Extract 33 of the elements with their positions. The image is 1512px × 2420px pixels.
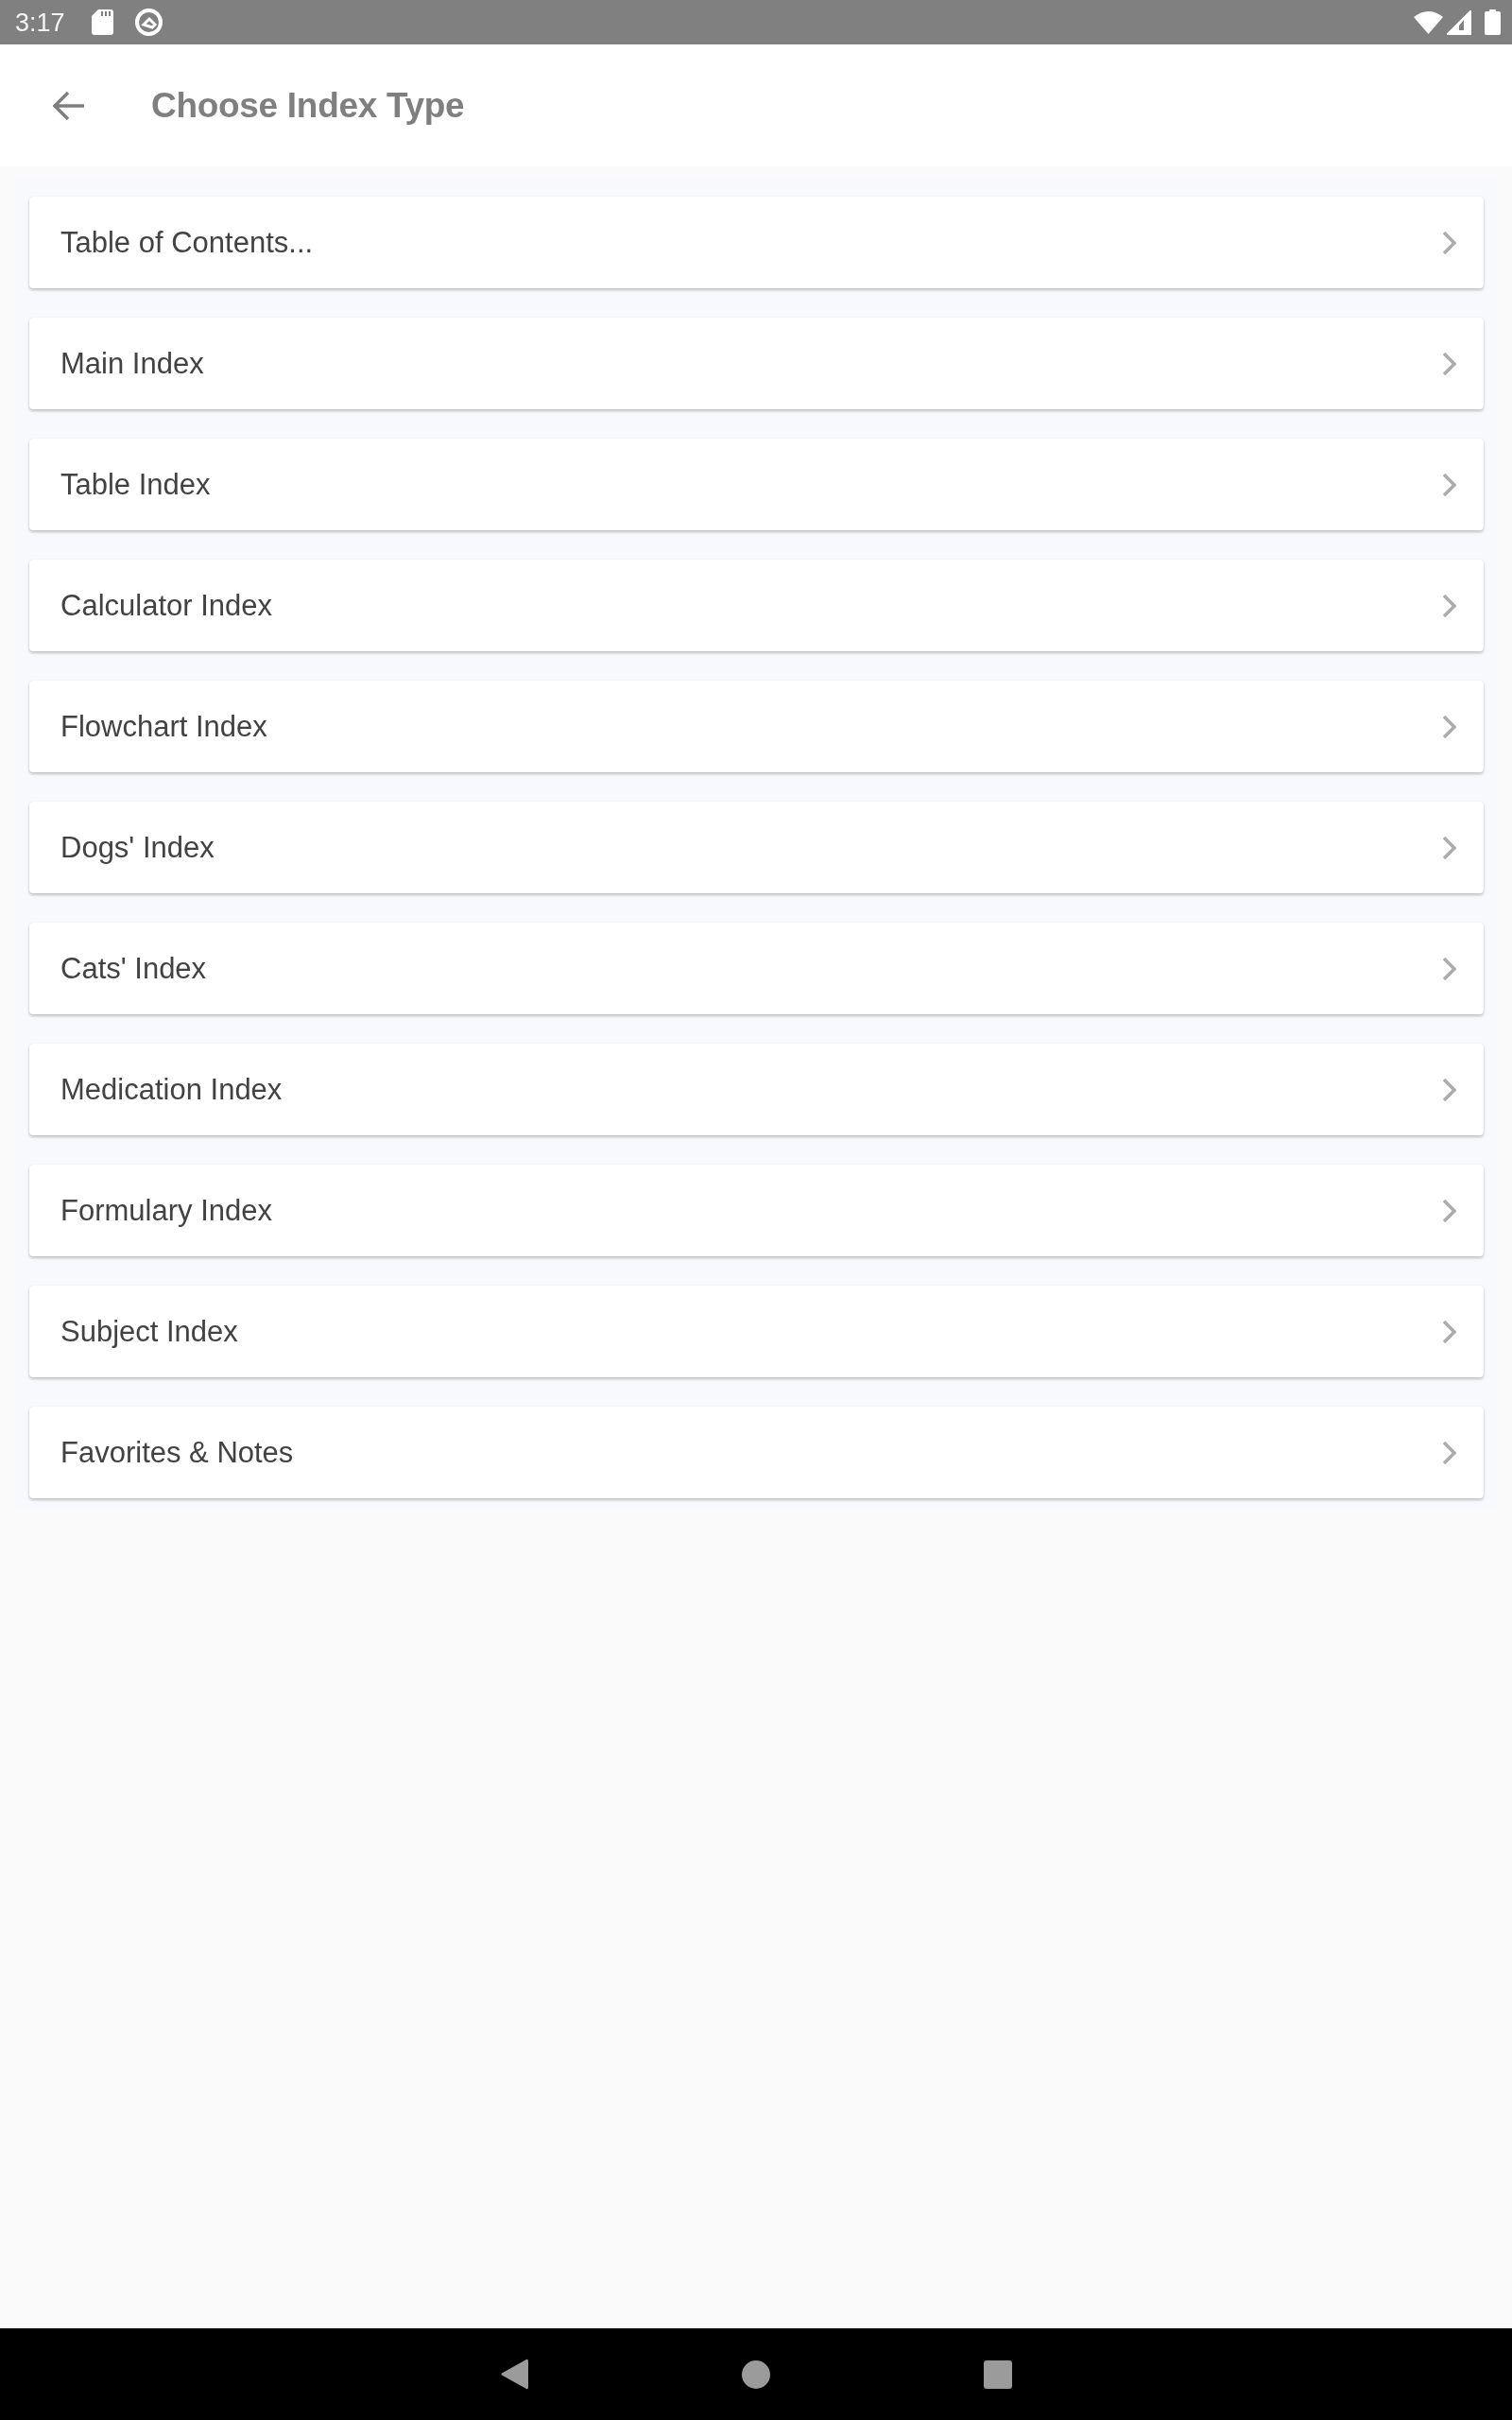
chevron-icon — [1442, 1198, 1457, 1223]
chevron-icon — [1442, 835, 1457, 860]
back-icon — [500, 2359, 528, 2390]
chevron-icon — [1442, 1319, 1457, 1344]
sd-card-icon — [91, 9, 113, 35]
chevron-icon — [1442, 351, 1457, 376]
index-type-item[interactable]: Main Index — [29, 318, 1484, 409]
chevron-icon — [1442, 472, 1457, 497]
chevron-icon — [1442, 593, 1457, 618]
index-type-item[interactable]: Table Index — [29, 439, 1484, 530]
ring-icon — [133, 8, 163, 37]
index-type-item[interactable]: Table of Contents... — [29, 197, 1484, 288]
back-arrow-icon — [52, 90, 84, 121]
chevron-icon — [1442, 1077, 1457, 1102]
index-type-item[interactable]: Medication Index — [29, 1044, 1484, 1135]
signal-icon — [1447, 9, 1471, 35]
status-time: 3:17 — [15, 8, 65, 37]
chevron-icon — [1442, 956, 1457, 981]
index-type-item[interactable]: Cats' Index — [29, 923, 1484, 1014]
home-icon — [742, 2360, 770, 2389]
chevron-icon — [1442, 714, 1457, 739]
index-type-item[interactable]: Formulary Index — [29, 1165, 1484, 1256]
screen-title: Choose Index Type — [151, 84, 465, 127]
index-type-item[interactable]: Flowchart Index — [29, 681, 1484, 772]
index-type-item[interactable]: Subject Index — [29, 1286, 1484, 1377]
index-type-item[interactable]: Dogs' Index — [29, 802, 1484, 893]
recents-icon — [984, 2360, 1012, 2389]
index-type-item[interactable]: Favorites & Notes — [29, 1407, 1484, 1498]
chevron-icon — [1442, 1440, 1457, 1465]
chevron-icon — [1442, 230, 1457, 255]
index-type-item[interactable]: Calculator Index — [29, 560, 1484, 651]
battery-icon — [1485, 9, 1501, 35]
wifi-icon — [1414, 10, 1443, 34]
